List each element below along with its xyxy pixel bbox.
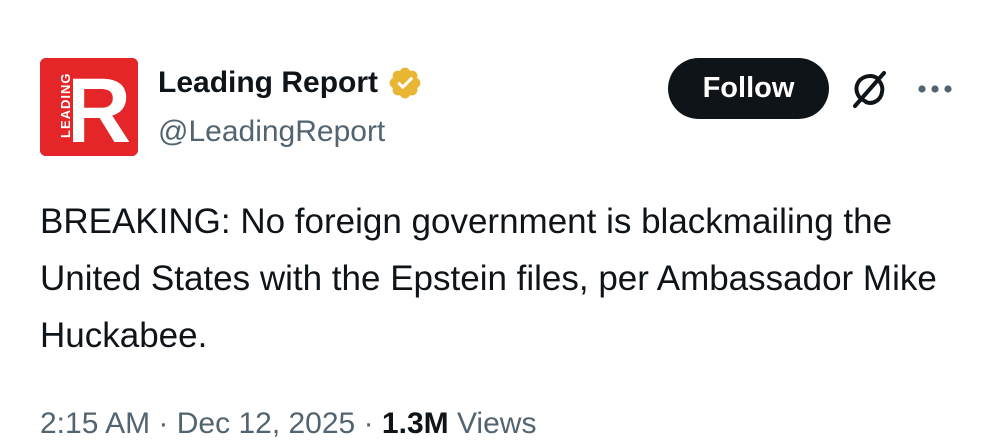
follow-button[interactable]: Follow (668, 58, 829, 119)
tweet-date[interactable]: Dec 12, 2025 (177, 407, 355, 440)
grok-icon[interactable] (846, 66, 892, 112)
tweet-meta: 2:15 AM · Dec 12, 2025 · 1.3M Views (40, 404, 536, 444)
views-label: Views (456, 407, 537, 440)
avatar[interactable]: R LEADING (40, 58, 138, 156)
more-options-icon[interactable] (912, 66, 958, 112)
display-name-text[interactable]: Leading Report (158, 63, 378, 103)
tweet-text: BREAKING: No foreign government is black… (40, 202, 937, 355)
meta-separator: · (363, 407, 374, 440)
views-count[interactable]: 1.3M (382, 407, 449, 440)
display-name[interactable]: Leading Report (158, 63, 423, 103)
logo-letter: R (65, 60, 131, 156)
meta-separator: · (158, 407, 169, 440)
leading-report-logo: R LEADING (40, 58, 138, 156)
logo-side-text: LEADING (58, 73, 73, 139)
user-handle[interactable]: @LeadingReport (158, 112, 385, 152)
verified-badge-icon[interactable] (387, 65, 423, 101)
tweet-time[interactable]: 2:15 AM (40, 407, 150, 440)
